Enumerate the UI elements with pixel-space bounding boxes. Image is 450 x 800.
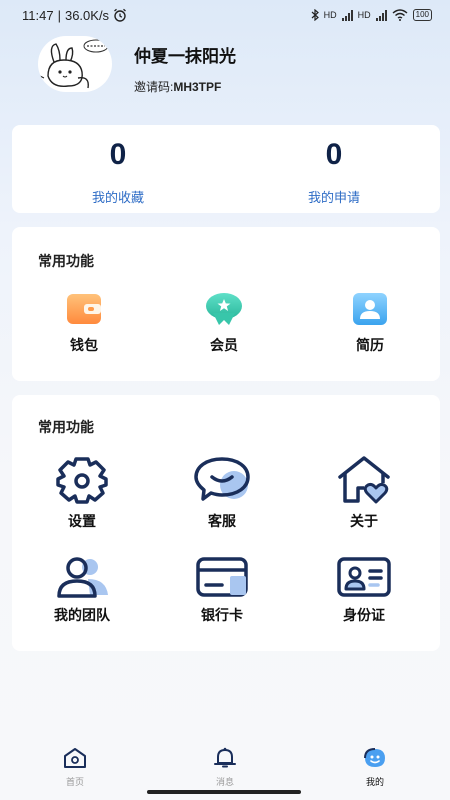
tab-home[interactable]: 首页 (40, 742, 110, 800)
alarm-icon (114, 8, 126, 22)
customer-service-label: 客服 (208, 513, 236, 529)
wallet-label: 钱包 (70, 337, 98, 353)
profile-header: 仲夏一抹阳光 邀请码:MH3TPF (38, 36, 418, 100)
id-card-button[interactable]: 身份证 (304, 555, 424, 625)
vip-button[interactable]: 会员 (164, 291, 284, 355)
wifi-icon (392, 9, 408, 21)
invite-code-row[interactable]: 邀请码:MH3TPF (134, 78, 221, 95)
applications-stat[interactable]: 0 我的申请 (234, 125, 434, 206)
rabbit-avatar-icon (39, 39, 109, 89)
avatar[interactable] (38, 36, 112, 92)
status-divider: | (57, 7, 61, 23)
profile-icon (364, 748, 385, 767)
status-bar: 11:47 | 36.0K/s HD HD 100 (0, 0, 450, 30)
vip-label: 会员 (210, 337, 238, 353)
applications-label: 我的申请 (307, 190, 360, 205)
home-heart-icon (338, 456, 390, 504)
bank-card-icon (196, 557, 248, 597)
network-label-1: HD (323, 10, 337, 20)
network-label-2: HD (357, 10, 371, 20)
signal-icon-1 (341, 9, 353, 21)
section-title: 常用功能 (38, 419, 94, 435)
bell-icon (214, 747, 236, 768)
home-icon (64, 748, 86, 768)
invite-label: 邀请码: (134, 80, 174, 94)
chat-icon (194, 457, 250, 501)
tab-home-label: 首页 (65, 777, 84, 787)
bank-card-button[interactable]: 银行卡 (162, 555, 282, 625)
username: 仲夏一抹阳光 (134, 47, 236, 66)
stats-card: 0 我的收藏 0 我的申请 (12, 125, 440, 213)
id-card-label: 身份证 (343, 607, 385, 623)
wallet-icon (67, 294, 101, 324)
applications-count: 0 (325, 138, 343, 171)
gear-icon (56, 457, 108, 504)
battery-icon: 100 (412, 9, 432, 21)
settings-button[interactable]: 设置 (22, 455, 142, 531)
home-indicator (147, 790, 301, 794)
resume-icon (353, 293, 387, 325)
about-label: 关于 (350, 513, 378, 529)
team-label: 我的团队 (54, 607, 110, 623)
customer-service-button[interactable]: 客服 (162, 455, 282, 531)
bluetooth-icon (311, 9, 319, 21)
status-time: 11:47 (22, 7, 54, 23)
favorites-count: 0 (109, 138, 127, 171)
resume-button[interactable]: 简历 (310, 291, 430, 355)
tab-messages-label: 消息 (215, 777, 234, 787)
favorites-label: 我的收藏 (91, 190, 144, 205)
tools-card: 常用功能 设置 客服 关于 我的团队 银行卡 身份证 (12, 395, 440, 651)
tab-profile-label: 我的 (365, 777, 384, 787)
favorites-stat[interactable]: 0 我的收藏 (18, 125, 218, 206)
status-speed: 36.0K/s (64, 7, 110, 23)
resume-label: 简历 (356, 337, 384, 353)
id-card-icon (337, 557, 391, 597)
wallet-button[interactable]: 钱包 (24, 291, 144, 355)
invite-code: MH3TPF (173, 80, 222, 94)
section-title: 常用功能 (38, 253, 94, 269)
tab-profile[interactable]: 我的 (340, 742, 410, 800)
settings-label: 设置 (68, 513, 96, 529)
signal-icon-2 (375, 9, 387, 21)
vip-icon (206, 293, 242, 325)
team-button[interactable]: 我的团队 (22, 555, 142, 625)
common-functions-card: 常用功能 钱包 会员 简历 (12, 227, 440, 381)
bank-card-label: 银行卡 (201, 607, 243, 623)
team-icon (57, 557, 108, 598)
about-button[interactable]: 关于 (304, 455, 424, 531)
